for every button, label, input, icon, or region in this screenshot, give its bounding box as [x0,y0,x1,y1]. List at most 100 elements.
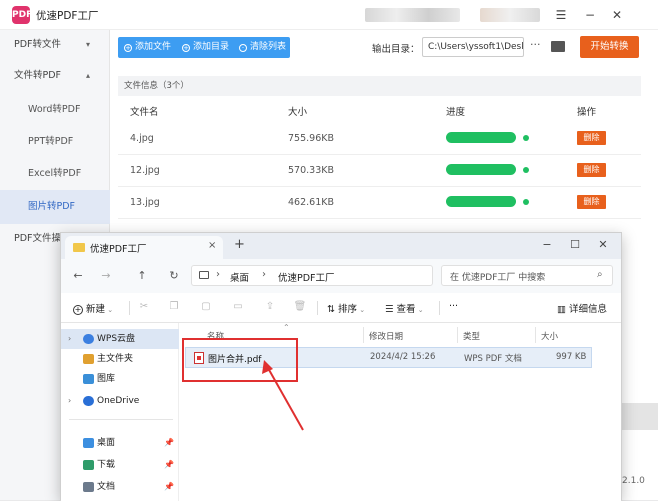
minimize-icon[interactable]: − [537,237,557,253]
column-header-type[interactable]: 类型 [463,330,480,342]
app-logo: PDF [12,6,32,24]
chevron-right-icon[interactable]: › [216,269,220,280]
delete-icon[interactable]: 🗑 [293,300,307,314]
chevron-right-icon[interactable]: › [68,329,71,349]
search-input[interactable]: 在 优速PDF工厂 中搜索 ⌕ [441,265,613,286]
file-list-panel: 文件信息（3个） 文件名 大小 进度 操作 4.jpg 755.96KB 删除 … [118,76,641,236]
onedrive-icon [83,396,94,406]
chevron-down-icon: ⌄ [415,306,424,314]
add-dir-button[interactable]: + 添加目录 [176,37,229,58]
chevron-down-icon: ⌄ [105,306,114,314]
sidebar-item-label: PDF文件操 [14,233,62,244]
nav-label: 下载 [97,460,116,470]
folder-icon [73,243,85,252]
pdf-file-icon [194,352,204,364]
file-row[interactable]: 图片合并.pdf 2024/4/2 15:26 WPS PDF 文档 997 K… [185,347,592,368]
chevron-right-icon[interactable]: › [68,391,71,411]
file-size: 755.96KB [288,133,334,144]
nav-label: 图库 [97,374,116,384]
delete-button[interactable]: 删除 [577,131,606,145]
trash-icon: · [239,44,247,52]
delete-button[interactable]: 删除 [577,195,606,209]
tab-close-icon[interactable]: × [208,240,216,251]
divider [129,301,130,315]
new-label: 新建 [86,304,106,315]
sort-button[interactable]: ⇅ 排序 ⌄ [327,301,365,315]
column-header-modified[interactable]: 修改日期 [369,330,403,342]
plus-circle-icon: + [73,305,83,315]
new-button[interactable]: + 新建 ⌄ [73,301,113,315]
rename-icon[interactable]: ▭ [231,300,245,314]
nav-item-gallery[interactable]: 图库 [61,369,179,389]
search-placeholder: 在 优速PDF工厂 中搜索 [450,273,546,283]
nav-item-downloads[interactable]: 下载 📌 [61,455,179,475]
more-options-button[interactable]: ··· [449,301,458,312]
explorer-file-list: 名称 ⌃ 修改日期 类型 大小 图片合并.pdf 2024/4/2 15:26 … [179,323,621,501]
output-path-field[interactable]: C:\Users\yssoft1\Deskt [422,37,524,57]
close-icon[interactable]: ✕ [593,237,613,253]
sidebar-item-label: PDF转文件 [14,39,62,50]
column-header-name[interactable]: 名称 [207,330,224,342]
column-header-action: 操作 [577,107,597,118]
sort-icon: ⇅ [327,304,338,315]
start-convert-button[interactable]: 开始转换 [580,36,639,58]
refresh-icon[interactable]: ↻ [165,267,183,285]
nav-item-documents[interactable]: 文档 📌 [61,477,179,497]
sidebar-item-label: Word转PDF [28,104,81,115]
nav-item-home[interactable]: 主文件夹 [61,349,179,369]
monitor-icon [199,271,209,279]
file-modified: 2024/4/2 15:26 [370,352,436,362]
new-tab-button[interactable]: + [234,237,245,252]
folder-icon[interactable] [551,41,565,52]
add-file-button[interactable]: + 添加文件 [118,37,171,58]
status-dot [523,167,529,173]
desktop-icon [83,438,94,448]
details-button[interactable]: ▥ 详细信息 [557,301,607,315]
add-file-label: 添加文件 [135,42,172,52]
chevron-right-icon[interactable]: › [262,269,266,280]
sidebar-item-label: PPT转PDF [28,136,74,147]
clear-list-button[interactable]: · 清除列表 [233,37,286,58]
nav-label: 桌面 [97,438,116,448]
close-icon[interactable]: ✕ [606,6,628,24]
back-arrow-icon[interactable]: ← [69,267,87,285]
cut-icon[interactable]: ✂ [137,300,151,314]
column-header-size[interactable]: 大小 [541,330,558,342]
sidebar-item-file-to-pdf[interactable]: 文件转PDF ▴ [0,61,110,91]
address-bar[interactable]: › 桌面 › 优速PDF工厂 [191,265,433,286]
progress-bar [446,164,516,175]
file-size: 462.61KB [288,197,334,208]
delete-button[interactable]: 删除 [577,163,606,177]
sidebar-item-pdf-to-file[interactable]: PDF转文件 ▾ [0,30,110,60]
status-dot [523,199,529,205]
file-explorer-window: 优速PDF工厂 × + − ☐ ✕ ← → ↑ ↻ › 桌面 › 优速PDF工厂… [60,232,622,501]
sidebar-item-ppt-to-pdf[interactable]: PPT转PDF [0,127,110,157]
paste-icon[interactable]: ▢ [199,300,213,314]
sidebar-item-label: Excel转PDF [28,168,82,179]
minimize-icon[interactable]: − [579,6,601,24]
nav-item-desktop[interactable]: 桌面 📌 [61,433,179,453]
nav-item-wps-cloud[interactable]: › WPS云盘 [61,329,179,349]
search-icon: ⌕ [597,269,603,280]
pin-icon: 📌 [164,460,174,469]
copy-icon[interactable]: ❐ [167,300,181,314]
nav-item-onedrive[interactable]: › OneDrive [61,391,179,411]
chevron-down-icon: ▾ [85,40,90,49]
status-dot [523,135,529,141]
sort-label: 排序 [337,304,357,315]
menu-icon[interactable]: ☰ [550,6,572,24]
view-button[interactable]: ☰ 查看 ⌄ [385,301,424,315]
explorer-tab[interactable]: 优速PDF工厂 × [65,236,223,259]
share-icon[interactable]: ⇪ [263,300,277,314]
sidebar-item-word-to-pdf[interactable]: Word转PDF [0,95,110,125]
forward-arrow-icon[interactable]: → [97,267,115,285]
maximize-icon[interactable]: ☐ [565,237,585,253]
browse-more-button[interactable]: ··· [530,38,541,51]
breadcrumb-folder[interactable]: 优速PDF工厂 [278,270,335,284]
footer-strip [622,403,658,430]
up-arrow-icon[interactable]: ↑ [133,267,151,285]
breadcrumb-desktop[interactable]: 桌面 [230,270,249,284]
divider [535,327,536,343]
sidebar-item-image-to-pdf[interactable]: 图片转PDF [0,190,110,224]
sidebar-item-excel-to-pdf[interactable]: Excel转PDF [0,159,110,189]
